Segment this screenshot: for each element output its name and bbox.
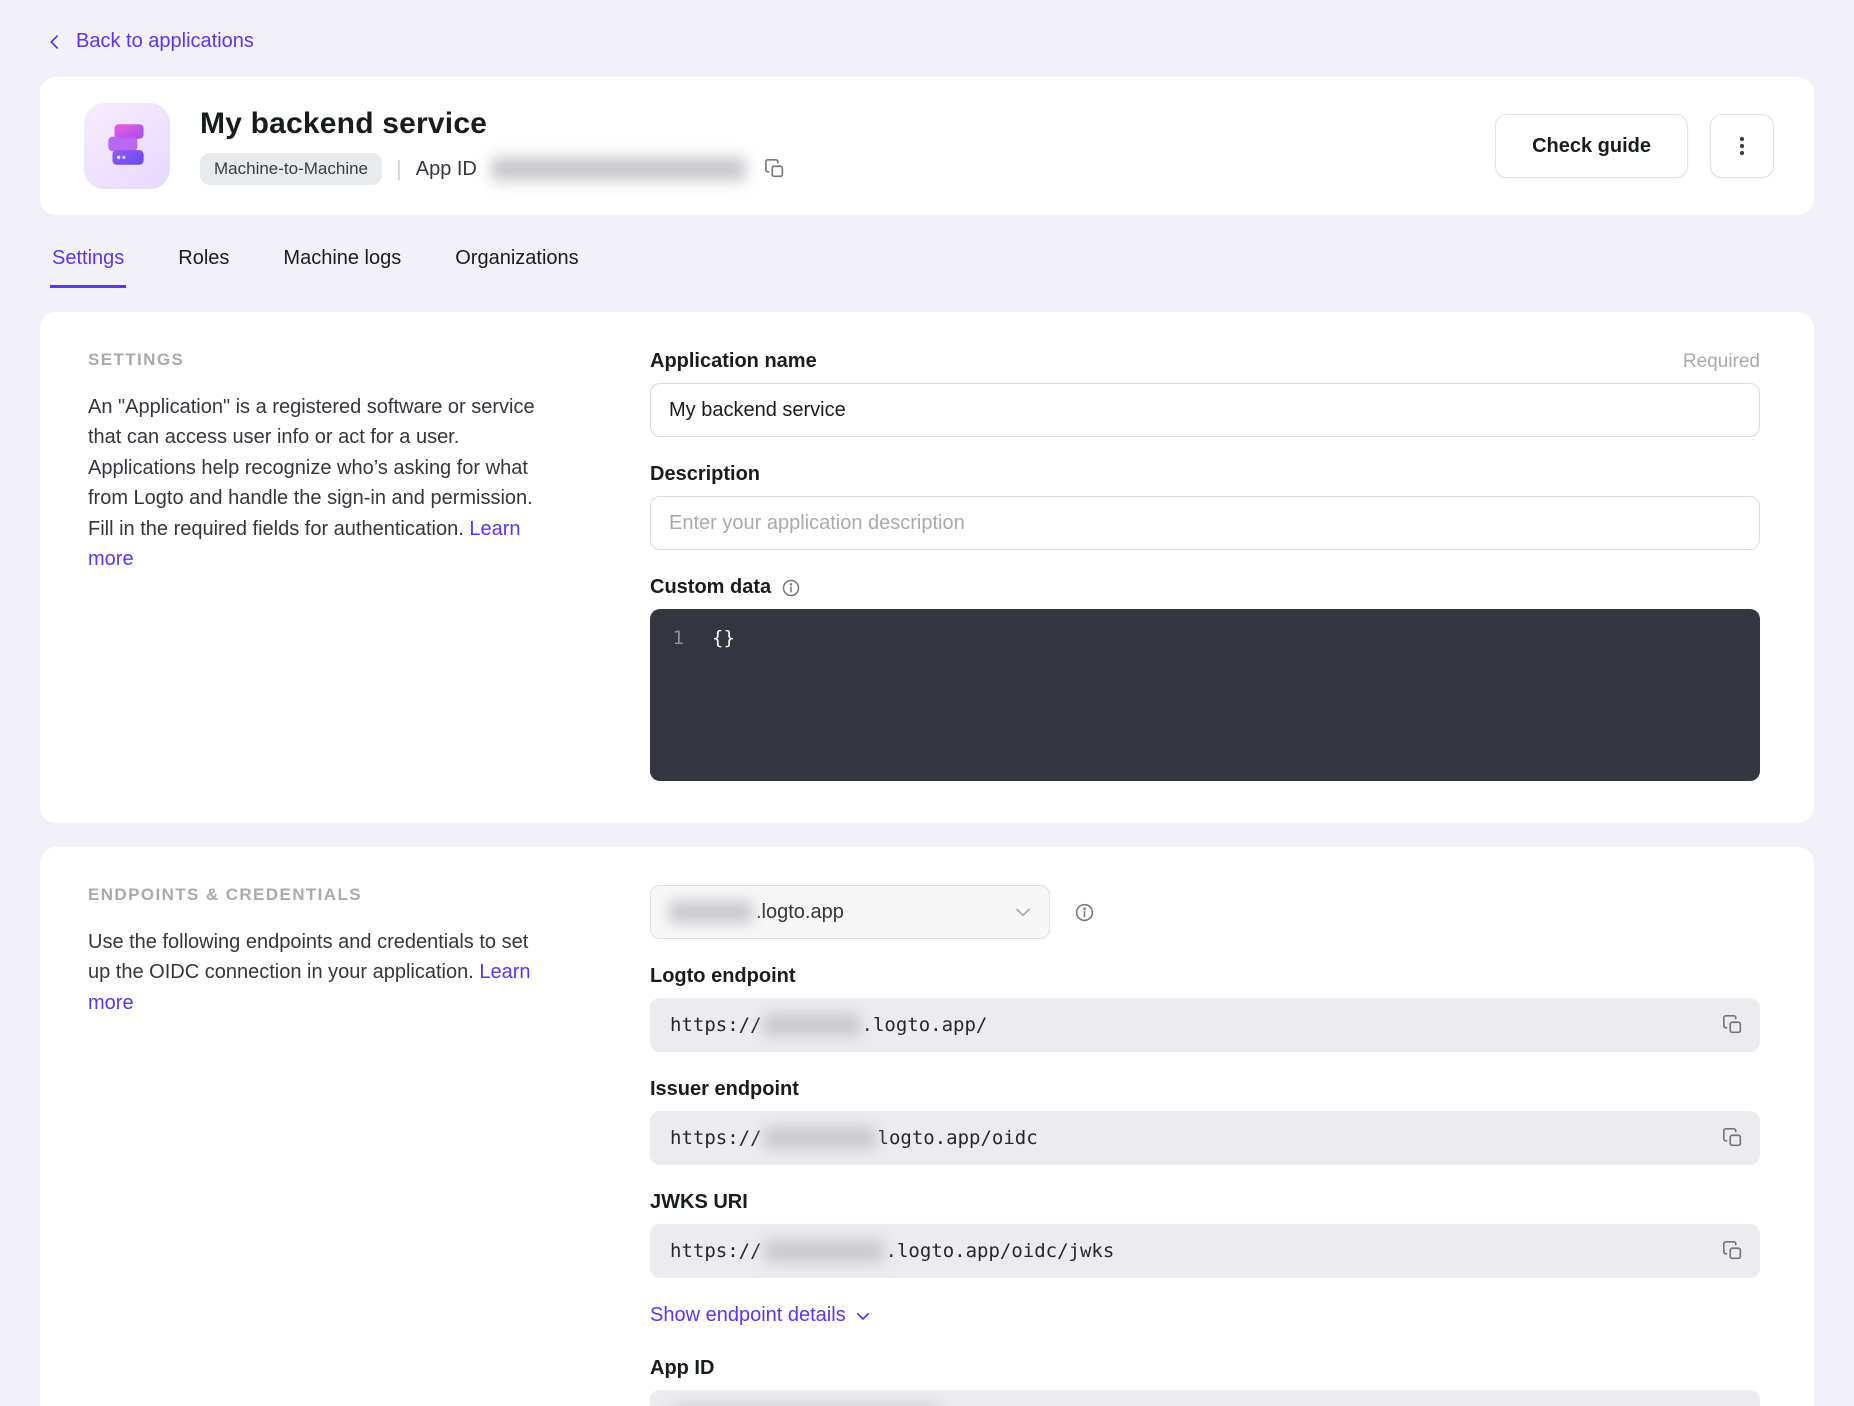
header-actions: Check guide <box>1495 114 1774 178</box>
logto-endpoint-field: Logto endpoint https:// .logto.app/ <box>650 965 1760 1052</box>
app-header-info: My backend service Machine-to-Machine | … <box>200 107 790 185</box>
copy-issuer-endpoint-button[interactable] <box>1718 1123 1748 1153</box>
meta-divider: | <box>396 156 402 182</box>
app-id-field: App ID <box>650 1357 1760 1406</box>
redacted-tenant-id <box>764 1014 860 1036</box>
application-name-input[interactable] <box>650 383 1760 437</box>
url-suffix: logto.app/oidc <box>878 1127 1038 1149</box>
tab-roles[interactable]: Roles <box>176 247 231 288</box>
tenant-endpoint-row: .logto.app <box>650 885 1760 939</box>
back-to-applications-link[interactable]: Back to applications <box>46 30 254 53</box>
settings-card: SETTINGS An "Application" is a registere… <box>40 312 1814 823</box>
editor-code-text: {} <box>712 627 735 649</box>
app-type-badge: Machine-to-Machine <box>200 153 382 185</box>
url-prefix: https:// <box>670 1127 762 1149</box>
copy-app-id-button[interactable] <box>760 154 790 184</box>
info-icon[interactable] <box>1074 902 1095 923</box>
page-title: My backend service <box>200 107 790 141</box>
back-link-label: Back to applications <box>76 30 254 53</box>
application-name-field: Application name Required <box>650 350 1760 437</box>
jwks-uri-label: JWKS URI <box>650 1191 748 1214</box>
tab-settings[interactable]: Settings <box>50 247 126 288</box>
issuer-endpoint-field: Issuer endpoint https:// logto.app/oidc <box>650 1078 1760 1165</box>
issuer-endpoint-label: Issuer endpoint <box>650 1078 799 1101</box>
jwks-uri-value: https:// .logto.app/oidc/jwks <box>650 1224 1760 1278</box>
chevron-down-icon <box>854 1307 872 1325</box>
copy-icon <box>1722 1240 1744 1262</box>
application-name-label: Application name <box>650 350 817 373</box>
logto-endpoint-value: https:// .logto.app/ <box>650 998 1760 1052</box>
settings-form: Application name Required Description Cu… <box>650 350 1760 781</box>
copy-logto-endpoint-button[interactable] <box>1718 1010 1748 1040</box>
tenant-domain-suffix: .logto.app <box>756 901 844 924</box>
endpoints-section-heading: ENDPOINTS & CREDENTIALS <box>88 885 554 905</box>
tab-organizations[interactable]: Organizations <box>453 247 580 288</box>
description-input[interactable] <box>650 496 1760 550</box>
info-icon[interactable] <box>781 578 801 598</box>
custom-data-field: Custom data 1 {} <box>650 576 1760 781</box>
copy-icon <box>1722 1014 1744 1036</box>
redacted-tenant-id <box>669 901 753 923</box>
redacted-tenant-id <box>764 1240 884 1262</box>
more-actions-button[interactable] <box>1710 114 1774 178</box>
show-endpoint-details-row: Show endpoint details <box>650 1304 1760 1327</box>
url-suffix: .logto.app/ <box>862 1014 988 1036</box>
endpoints-description-text: Use the following endpoints and credenti… <box>88 931 528 983</box>
copy-icon <box>764 158 786 180</box>
endpoints-section-description: Use the following endpoints and credenti… <box>88 927 554 1018</box>
app-logo-icon <box>84 103 170 189</box>
chevron-left-icon <box>46 33 64 51</box>
app-header-card: My backend service Machine-to-Machine | … <box>40 77 1814 215</box>
settings-section-description: An "Application" is a registered softwar… <box>88 392 554 574</box>
issuer-endpoint-value: https:// logto.app/oidc <box>650 1111 1760 1165</box>
redacted-tenant-id <box>764 1127 876 1149</box>
settings-aside: SETTINGS An "Application" is a registere… <box>88 350 554 574</box>
redacted-app-id-value <box>491 157 746 181</box>
check-guide-button[interactable]: Check guide <box>1495 114 1688 178</box>
app-id-field-label: App ID <box>650 1357 714 1380</box>
tab-machine-logs[interactable]: Machine logs <box>281 247 403 288</box>
tab-bar: Settings Roles Machine logs Organization… <box>50 247 1814 288</box>
required-indicator: Required <box>1683 351 1760 373</box>
chevron-down-icon <box>1013 902 1033 922</box>
settings-description-text: An "Application" is a registered softwar… <box>88 396 535 540</box>
app-id-value <box>650 1390 1760 1406</box>
copy-icon <box>1722 1127 1744 1149</box>
settings-section-heading: SETTINGS <box>88 350 554 370</box>
app-id-label: App ID <box>416 158 477 181</box>
copy-jwks-uri-button[interactable] <box>1718 1236 1748 1266</box>
show-endpoint-details-link[interactable]: Show endpoint details <box>650 1304 872 1327</box>
endpoints-form: .logto.app Logto endpoint https:// .logt… <box>650 885 1760 1406</box>
url-prefix: https:// <box>670 1014 762 1036</box>
kebab-menu-icon <box>1730 134 1754 158</box>
url-suffix: .logto.app/oidc/jwks <box>886 1240 1115 1262</box>
editor-line-number: 1 <box>670 627 684 649</box>
jwks-uri-field: JWKS URI https:// .logto.app/oidc/jwks <box>650 1191 1760 1278</box>
copy-app-id-button[interactable] <box>1718 1402 1748 1406</box>
endpoints-card: ENDPOINTS & CREDENTIALS Use the followin… <box>40 847 1814 1406</box>
custom-data-editor[interactable]: 1 {} <box>650 609 1760 781</box>
custom-data-label: Custom data <box>650 576 771 599</box>
endpoints-aside: ENDPOINTS & CREDENTIALS Use the followin… <box>88 885 554 1018</box>
logto-endpoint-label: Logto endpoint <box>650 965 796 988</box>
description-label: Description <box>650 463 760 486</box>
show-endpoint-details-label: Show endpoint details <box>650 1304 846 1327</box>
application-details-page: Back to applications M <box>0 0 1854 1406</box>
app-meta-row: Machine-to-Machine | App ID <box>200 153 790 185</box>
description-field: Description <box>650 463 1760 550</box>
tenant-endpoint-select[interactable]: .logto.app <box>650 885 1050 939</box>
url-prefix: https:// <box>670 1240 762 1262</box>
